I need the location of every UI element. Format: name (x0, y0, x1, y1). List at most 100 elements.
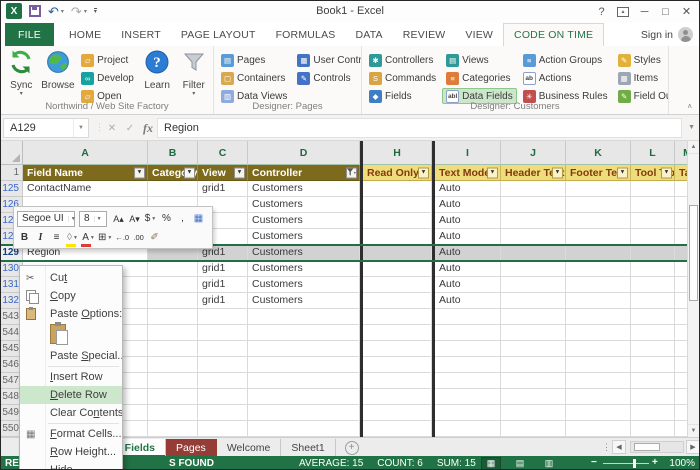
cell-K549[interactable] (566, 405, 631, 421)
cell-I125[interactable]: Auto (435, 181, 501, 197)
pages-button[interactable]: ▤ Pages (217, 52, 291, 68)
menu-item-clear-contents[interactable]: Clear Contents (20, 404, 122, 422)
filter-applied-icon[interactable] (346, 167, 357, 178)
categories-button[interactable]: ≡ Categories (442, 70, 517, 86)
cell-B550[interactable] (148, 421, 198, 437)
cell-K131[interactable] (566, 277, 631, 293)
cell-J131[interactable] (501, 277, 566, 293)
cell-D547[interactable] (248, 373, 360, 389)
cell-D543[interactable] (248, 309, 360, 325)
cell-J132[interactable] (501, 293, 566, 309)
sign-in-link[interactable]: Sign in (641, 23, 673, 46)
row-header-125[interactable]: 125 (1, 181, 23, 197)
cell-B548[interactable] (148, 389, 198, 405)
format-painter-button[interactable]: ✐ (147, 230, 162, 246)
cell-J129[interactable] (501, 245, 566, 261)
customize-qat-icon[interactable]: ▾ (93, 7, 97, 15)
cell-H549[interactable] (363, 405, 432, 421)
menu-item-paste-special[interactable]: Paste Special... (20, 347, 122, 365)
views-button[interactable]: ▤ Views (442, 52, 517, 68)
name-box-dropdown-icon[interactable]: ▼ (73, 119, 88, 137)
zoom-in-button[interactable]: + (652, 457, 658, 468)
cell-J547[interactable] (501, 373, 566, 389)
undo-icon[interactable]: ↶ (48, 5, 59, 18)
column-header-c[interactable]: C (198, 141, 248, 165)
cell-D545[interactable] (248, 341, 360, 357)
items-button[interactable]: ▦ Items (614, 70, 668, 86)
menu-item-delete-row[interactable]: Delete Row (20, 386, 122, 404)
user-controls-button[interactable]: ▦User Controls (293, 52, 361, 68)
cell-D544[interactable] (248, 325, 360, 341)
cell-I127[interactable]: Auto (435, 213, 501, 229)
zoom-level[interactable]: 100% (663, 458, 695, 469)
ribbon-display-options-button[interactable]: ▲ (617, 7, 629, 17)
cell-D131[interactable]: Customers (248, 277, 360, 293)
cell-J128[interactable] (501, 229, 566, 245)
cell-H543[interactable] (363, 309, 432, 325)
ribbon-tab-home[interactable]: HOME (59, 23, 111, 46)
cell-L127[interactable] (631, 213, 675, 229)
cell-I543[interactable] (435, 309, 501, 325)
cell-J127[interactable] (501, 213, 566, 229)
header-cell-read-only[interactable]: Read Only ▼ (363, 165, 432, 181)
header-cell-field-name[interactable]: Field Name ▼ (23, 165, 148, 181)
cell-C130[interactable]: grid1 (198, 261, 248, 277)
maximize-button[interactable]: □ (655, 1, 676, 23)
cell-C131[interactable]: grid1 (198, 277, 248, 293)
scroll-right-icon[interactable]: ▶ (686, 440, 699, 454)
cell-K132[interactable] (566, 293, 631, 309)
filter-dropdown-icon[interactable]: ▼ (184, 167, 195, 178)
cell-J548[interactable] (501, 389, 566, 405)
cell-L549[interactable] (631, 405, 675, 421)
cancel-icon[interactable]: ✕ (103, 118, 121, 138)
cell-J549[interactable] (501, 405, 566, 421)
learn-button[interactable]: ? Learn (140, 48, 175, 91)
cell-I550[interactable] (435, 421, 501, 437)
comma-style-button[interactable]: , (175, 211, 190, 227)
normal-view-button[interactable]: ▦ (481, 457, 501, 469)
cell-J125[interactable] (501, 181, 566, 197)
cell-L544[interactable] (631, 325, 675, 341)
cell-K544[interactable] (566, 325, 631, 341)
cell-I547[interactable] (435, 373, 501, 389)
center-align-button[interactable]: ≡ (49, 230, 64, 246)
ribbon-tab-file[interactable]: FILE (5, 23, 54, 46)
font-color-button[interactable]: A ▼ (81, 230, 96, 247)
minimize-button[interactable]: ─ (634, 1, 655, 23)
cell-L543[interactable] (631, 309, 675, 325)
filter-dropdown-icon[interactable]: ▼ (134, 167, 145, 178)
cell-H128[interactable] (363, 229, 432, 245)
cell-J545[interactable] (501, 341, 566, 357)
filter-button[interactable]: Filter ▾ (176, 48, 211, 97)
filter-dropdown-icon[interactable]: ▼ (418, 167, 429, 178)
browse-button[interactable]: Browse (41, 48, 76, 91)
cell-H126[interactable] (363, 197, 432, 213)
cell-I128[interactable]: Auto (435, 229, 501, 245)
filter-dropdown-icon[interactable]: ▼ (487, 167, 498, 178)
menu-item-format-cells[interactable]: ▦ Format Cells... (20, 425, 122, 443)
cell-A125[interactable]: ContactName (23, 181, 148, 197)
cell-I546[interactable] (435, 357, 501, 373)
cell-D546[interactable] (248, 357, 360, 373)
new-sheet-button[interactable]: + (344, 440, 359, 455)
italic-button[interactable]: I (33, 230, 48, 246)
cell-H550[interactable] (363, 421, 432, 437)
cell-I129[interactable]: Auto (435, 245, 501, 261)
sheet-tab-sheet1[interactable]: Sheet1 (281, 438, 336, 457)
cell-L131[interactable] (631, 277, 675, 293)
column-header-d[interactable]: D (248, 141, 360, 165)
ribbon-tab-page-layout[interactable]: PAGE LAYOUT (171, 23, 266, 46)
cell-D132[interactable]: Customers (248, 293, 360, 309)
actions-button[interactable]: ab Actions (519, 70, 612, 86)
project-button[interactable]: ▱ Project (77, 52, 138, 68)
borders-button[interactable]: ⊞ ▼ (97, 230, 113, 246)
cell-C550[interactable] (198, 421, 248, 437)
cell-K547[interactable] (566, 373, 631, 389)
cell-D549[interactable] (248, 405, 360, 421)
cell-B546[interactable] (148, 357, 198, 373)
cell-C545[interactable] (198, 341, 248, 357)
cell-K545[interactable] (566, 341, 631, 357)
shrink-font-button[interactable]: A▾ (127, 211, 142, 227)
font-size-select[interactable]: 8 ▼ (79, 210, 107, 227)
formula-bar-sash[interactable]: ⋮ (95, 122, 104, 133)
